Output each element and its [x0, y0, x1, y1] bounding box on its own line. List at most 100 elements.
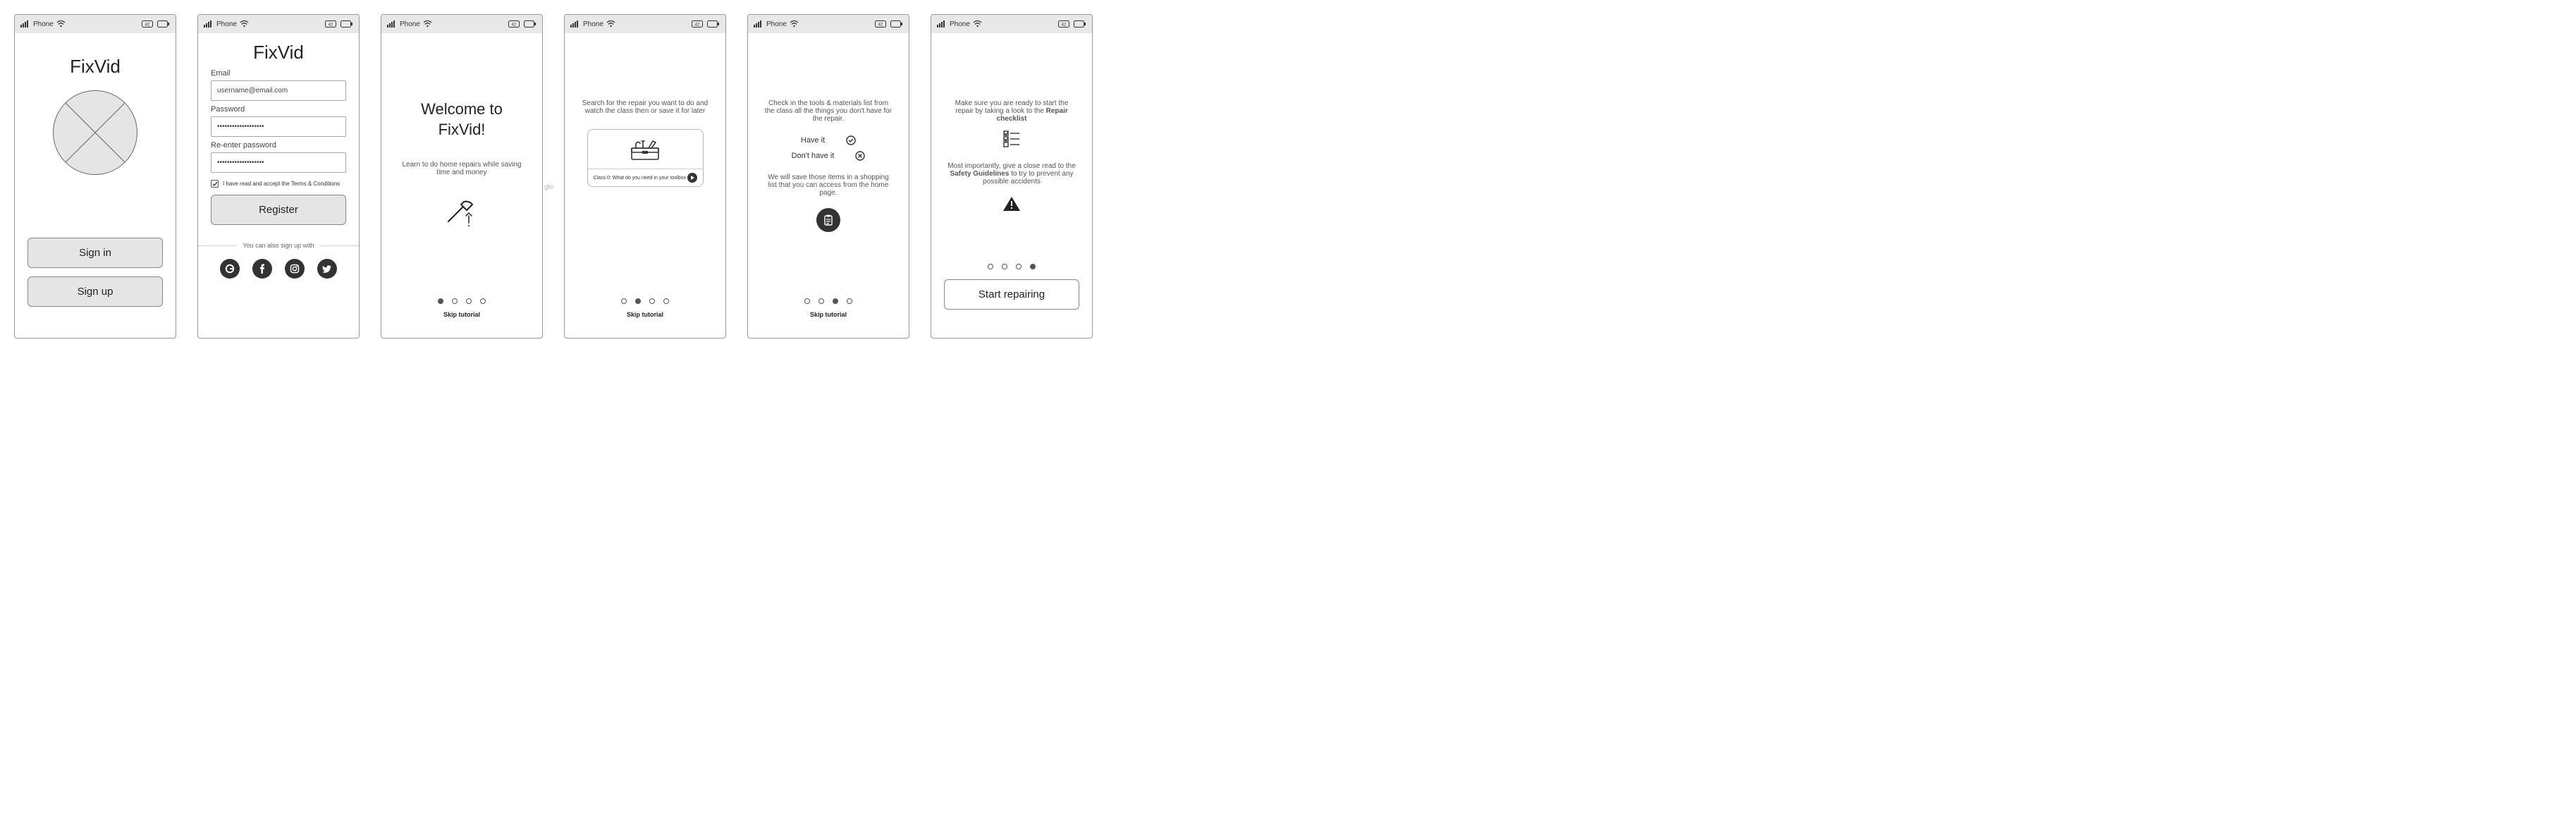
svg-text:42: 42	[695, 23, 700, 28]
svg-text:42: 42	[329, 23, 333, 28]
have-it-row: Have it	[761, 135, 896, 145]
safety-line: Most importantly, give a close read to t…	[944, 162, 1079, 185]
toolbox-icon	[588, 130, 703, 169]
alt-signup-label: You can also sign up with	[243, 242, 314, 249]
screen-3-welcome: Phone 42 Welcome to FixVid! Learn to do …	[381, 14, 543, 339]
battery-icon	[707, 20, 720, 28]
facebook-icon[interactable]	[252, 259, 272, 279]
dot-1[interactable]	[621, 298, 627, 304]
status-phone-label: Phone	[400, 20, 420, 28]
status-bar: Phone 42	[381, 15, 542, 33]
repassword-field[interactable]	[211, 152, 346, 173]
dot-1[interactable]	[804, 298, 810, 304]
wifi-icon	[790, 20, 799, 28]
repassword-label: Re-enter password	[211, 141, 346, 150]
status-bar: Phone 42	[565, 15, 725, 33]
dont-have-it-row: Don't have it	[761, 151, 896, 161]
status-phone-label: Phone	[950, 20, 970, 28]
email-field[interactable]	[211, 80, 346, 101]
social-row	[211, 259, 346, 279]
signal-icon	[204, 20, 214, 28]
play-icon[interactable]	[687, 173, 697, 183]
screen-1-landing: Phone 42 FixVid Sign in Sign up	[14, 14, 176, 339]
sign-in-button[interactable]: Sign in	[27, 238, 163, 268]
welcome-title: Welcome to FixVid!	[394, 99, 529, 140]
tools-subtitle: Check in the tools & materials list from…	[761, 99, 896, 123]
screen-2-register: Phone 42 FixVid Email Password Re-enter …	[197, 14, 360, 339]
screen-6-start: Phone 42 Make sure you are ready to star…	[931, 14, 1093, 339]
svg-text:42: 42	[1062, 23, 1067, 28]
clipboard-icon	[816, 208, 840, 232]
page-dots	[761, 298, 896, 304]
dot-2[interactable]	[818, 298, 824, 304]
welcome-title-line1: Welcome to	[421, 100, 503, 118]
svg-text:42: 42	[878, 23, 883, 28]
status-phone-label: Phone	[216, 20, 237, 28]
terms-label: I have read and accept the Terms & Condi…	[223, 181, 340, 187]
register-button[interactable]: Register	[211, 195, 346, 225]
status-bar: Phone 42	[15, 15, 176, 33]
alt-signup-divider: You can also sign up with	[198, 242, 359, 249]
repair-checklist-line: Make sure you are ready to start the rep…	[944, 99, 1079, 123]
wifi-icon	[240, 20, 249, 28]
dot-3[interactable]	[466, 298, 472, 304]
dot-3[interactable]	[833, 298, 838, 304]
email-label: Email	[211, 69, 346, 78]
status-phone-label: Phone	[33, 20, 54, 28]
dot-1[interactable]	[438, 298, 443, 304]
dot-3[interactable]	[1016, 264, 1022, 269]
dot-4[interactable]	[480, 298, 486, 304]
signal-icon	[20, 20, 30, 28]
shopping-note: We will save those items in a shopping l…	[761, 173, 896, 197]
battery-pct-icon: 42	[142, 20, 154, 28]
status-phone-label: Phone	[766, 20, 787, 28]
password-field[interactable]	[211, 116, 346, 137]
search-subtitle: Search for the repair you want to do and…	[577, 99, 713, 115]
dot-2[interactable]	[635, 298, 641, 304]
hammer-icon	[394, 197, 529, 230]
dot-1[interactable]	[988, 264, 993, 269]
dot-3[interactable]	[649, 298, 655, 304]
page-dots	[394, 298, 529, 304]
status-bar: Phone 42	[748, 15, 909, 33]
status-phone-label: Phone	[583, 20, 603, 28]
wifi-icon	[56, 20, 66, 28]
terms-checkbox-row[interactable]: I have read and accept the Terms & Condi…	[211, 180, 346, 188]
checkbox-icon	[211, 180, 219, 188]
wifi-icon	[423, 20, 432, 28]
skip-tutorial-link[interactable]: Skip tutorial	[394, 311, 529, 318]
have-it-label: Have it	[801, 136, 825, 145]
status-bar: Phone 42	[198, 15, 359, 33]
battery-icon	[341, 20, 353, 28]
svg-text:42: 42	[145, 23, 150, 28]
twitter-icon[interactable]	[317, 259, 337, 279]
skip-tutorial-link[interactable]: Skip tutorial	[761, 311, 896, 318]
signal-icon	[937, 20, 947, 28]
safety-text-bold: Safety Guidelines	[950, 170, 1009, 178]
video-card[interactable]: Class 0: What do you need in your toolbo…	[587, 129, 704, 187]
dot-2[interactable]	[452, 298, 458, 304]
status-bar: Phone 42	[931, 15, 1092, 33]
battery-pct-icon: 42	[1058, 20, 1071, 28]
battery-pct-icon: 42	[325, 20, 338, 28]
wifi-icon	[973, 20, 982, 28]
instagram-icon[interactable]	[285, 259, 305, 279]
dot-2[interactable]	[1002, 264, 1007, 269]
dont-have-it-label: Don't have it	[792, 152, 835, 160]
battery-pct-icon: 42	[875, 20, 888, 28]
google-icon[interactable]	[220, 259, 240, 279]
start-repairing-button[interactable]: Start repairing	[944, 279, 1079, 310]
warning-icon	[944, 195, 1079, 212]
sign-up-button[interactable]: Sign up	[27, 276, 163, 307]
battery-icon	[524, 20, 536, 28]
welcome-subtitle: Learn to do home repairs while saving ti…	[394, 161, 529, 176]
welcome-title-line2: FixVid!	[438, 121, 486, 138]
check-circle-icon	[846, 135, 856, 145]
battery-pct-icon: 42	[692, 20, 704, 28]
signal-icon	[754, 20, 763, 28]
dot-4[interactable]	[663, 298, 669, 304]
skip-tutorial-link[interactable]: Skip tutorial	[577, 311, 713, 318]
dot-4[interactable]	[847, 298, 852, 304]
dot-4[interactable]	[1030, 264, 1036, 269]
app-title: FixVid	[211, 42, 346, 63]
